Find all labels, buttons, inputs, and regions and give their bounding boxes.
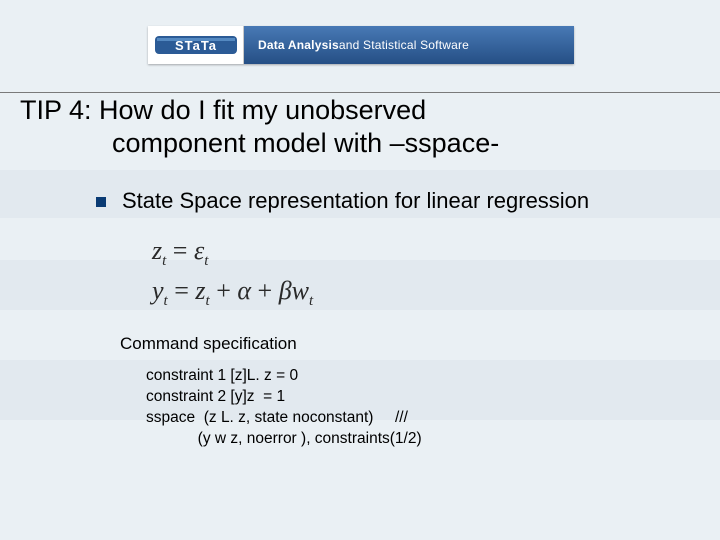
- code-line-3: sspace (z L. z, state noconstant) ///: [146, 409, 408, 426]
- square-bullet-icon: [96, 197, 106, 207]
- code-block: constraint 1 [z]L. z = 0 constraint 2 [y…: [146, 366, 680, 450]
- stata-logo: STaTa: [148, 26, 244, 64]
- slide-title: TIP 4: How do I fit my unobserved compon…: [20, 94, 690, 160]
- bullet-text: State Space representation for linear re…: [122, 188, 589, 214]
- tagline-rest: and Statistical Software: [339, 38, 469, 52]
- equation-1: zt = εt: [152, 236, 680, 270]
- title-divider: [0, 92, 720, 93]
- banner-tagline: Data Analysis and Statistical Software: [244, 26, 574, 64]
- brand-banner: STaTa Data Analysis and Statistical Soft…: [148, 26, 574, 64]
- title-line-1: TIP 4: How do I fit my unobserved: [20, 94, 690, 127]
- code-line-1: constraint 1 [z]L. z = 0: [146, 367, 298, 384]
- code-line-4: (y w z, noerror ), constraints(1/2): [146, 430, 422, 447]
- command-spec-heading: Command specification: [120, 334, 680, 354]
- code-line-2: constraint 2 [y]z = 1: [146, 388, 285, 405]
- equation-2: yt = zt + α + βwt: [152, 276, 680, 310]
- title-line-2: component model with –sspace-: [20, 127, 690, 160]
- equation-block: zt = εt yt = zt + α + βwt: [152, 236, 680, 310]
- bullet-item: State Space representation for linear re…: [96, 188, 680, 214]
- tagline-strong: Data Analysis: [258, 38, 339, 52]
